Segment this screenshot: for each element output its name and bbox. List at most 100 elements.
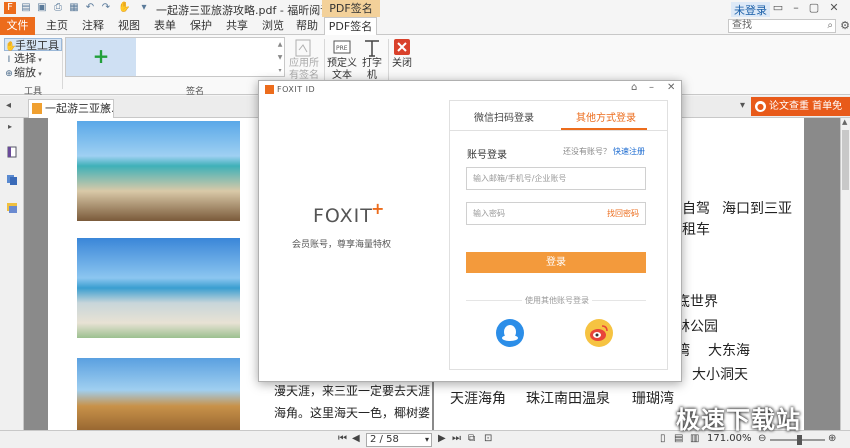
context-tab-label: PDF签名 [322, 0, 380, 17]
bookmark-icon[interactable] [6, 146, 18, 158]
apply-all-signatures-button[interactable]: 应用所有签名 [287, 38, 321, 82]
zoom-slider-handle[interactable] [797, 435, 802, 445]
close-window-icon[interactable]: ✕ [826, 1, 842, 15]
page-dropdown-icon[interactable]: ▾ [425, 434, 429, 446]
pdf-file-icon [32, 103, 42, 114]
tab-home[interactable]: 主页 [40, 17, 74, 35]
login-panel: 微信扫码登录 其他方式登录 账号登录 还没有账号？ 快速注册 输入邮箱/手机号/… [449, 100, 668, 370]
foxit-brand: FOXIT [313, 205, 373, 227]
attraction-text: 珠江南田温泉 [526, 391, 610, 407]
app-logo-icon: F [4, 2, 16, 14]
quick-register-link[interactable]: 快速注册 [613, 146, 645, 157]
tab-list-icon[interactable]: ▾ [740, 100, 745, 111]
login-button[interactable]: 登录 [466, 252, 646, 273]
tab-other-login[interactable]: 其他方式登录 [576, 109, 636, 124]
restore-icon[interactable]: ▢ [806, 1, 822, 15]
promo-banner[interactable]: ● 论文查重 首单免费 [751, 97, 850, 131]
single-page-view-icon[interactable]: ▯ [660, 433, 666, 444]
active-tab-indicator [561, 128, 647, 130]
minimize-icon[interactable]: – [788, 1, 804, 15]
customize-icon[interactable]: ▾ [138, 2, 150, 14]
route-text: 海口到三亚 [722, 201, 792, 217]
close-tab-icon[interactable]: ✕ [102, 100, 110, 117]
zoom-in-icon[interactable]: ⊕ [828, 433, 836, 444]
properties-icon[interactable]: ▦ [68, 2, 80, 14]
dialog-minimize-icon[interactable]: – [649, 82, 654, 93]
tab-file[interactable]: 文件 [0, 17, 35, 35]
copy-page-icon[interactable]: ⧉ [468, 433, 475, 444]
route-text: 租车 [682, 222, 710, 238]
search-icon[interactable]: ⌕ [827, 20, 833, 32]
next-page-icon[interactable]: ▶ [438, 433, 446, 444]
pages-thumbnail-icon[interactable] [6, 174, 18, 186]
redo-icon[interactable]: ↷ [100, 2, 112, 14]
document-tab[interactable]: 一起游三亚旅... ✕ [28, 99, 114, 118]
prev-page-icon[interactable]: ◀ [352, 433, 360, 444]
attraction-text: 大小洞天 [692, 367, 748, 383]
hand-tool-button[interactable]: ✋手型工具 [4, 38, 62, 52]
hand-tool-icon[interactable]: ✋ [118, 2, 130, 14]
add-signature-button[interactable]: + [66, 38, 136, 76]
login-status-link[interactable]: 未登录 [731, 2, 770, 18]
print-icon[interactable]: ⎙ [52, 2, 64, 14]
tab-share[interactable]: 共享 [220, 17, 254, 35]
tab-pdf-sign[interactable]: PDF签名 [324, 17, 377, 36]
search-placeholder: 查找 [732, 20, 752, 31]
body-text: 海角。这里海天一色，椰树婆 [274, 406, 431, 420]
scroll-thumb[interactable] [842, 130, 849, 190]
title-bar: F ▤ ▣ ⎙ ▦ ↶ ↷ ✋ ▾ 一起游三亚旅游攻略.pdf - 福昕阅读器 … [0, 0, 850, 18]
settings-icon[interactable]: ⚙ [840, 19, 850, 33]
collapse-panel-icon[interactable]: ▸ [8, 122, 12, 131]
search-input[interactable]: 查找 ⌕ [728, 19, 836, 33]
undo-icon[interactable]: ↶ [84, 2, 96, 14]
zoom-tool-button[interactable]: ⊕缩放 ▾ [4, 66, 42, 79]
ribbon-toggle-icon[interactable]: ▭ [770, 1, 786, 15]
dialog-close-icon[interactable]: ✕ [667, 82, 675, 93]
scroll-up-icon[interactable]: ▲ [842, 118, 847, 126]
save-icon[interactable]: ▣ [36, 2, 48, 14]
home-icon[interactable]: ⌂ [631, 82, 637, 93]
vertical-scrollbar[interactable]: ▲ [840, 118, 850, 430]
no-account-text: 还没有账号？ [563, 147, 611, 156]
close-sign-button[interactable]: 关闭 [390, 38, 414, 70]
login-dialog: FOXIT ID ⌂ – ✕ FOXIT + 会员账号，尊享海量特权 微信扫码登… [258, 80, 682, 382]
page-number-input[interactable]: 2 / 58 ▾ [366, 433, 432, 447]
beach-pier-photo [77, 121, 240, 221]
fit-page-icon[interactable]: ⊡ [484, 433, 492, 444]
tab-comment[interactable]: 注释 [76, 17, 110, 35]
brand-slogan: 会员账号，尊享海量特权 [292, 240, 392, 250]
foxit-logo-icon [265, 85, 274, 94]
weibo-login-button[interactable] [585, 319, 613, 347]
window-title: 一起游三亚旅游攻略.pdf - 福昕阅读器 [156, 4, 343, 17]
attraction-text: 林公园 [676, 319, 718, 335]
forgot-password-link[interactable]: 找回密码 [607, 203, 639, 224]
tab-wechat-login[interactable]: 微信扫码登录 [474, 109, 534, 124]
ribbon-divider [62, 39, 63, 89]
tab-protect[interactable]: 保护 [184, 17, 218, 35]
predefined-text-button[interactable]: PRE 预定义文本 [326, 38, 358, 82]
first-page-icon[interactable]: ⏮ [338, 433, 347, 444]
gallery-scroll[interactable]: ▲ ▼ ▾ [276, 38, 284, 76]
attraction-text: 底世界 [676, 294, 718, 310]
tab-form[interactable]: 表单 [148, 17, 182, 35]
tab-browse[interactable]: 浏览 [256, 17, 290, 35]
last-page-icon[interactable]: ⏭ [452, 433, 461, 444]
zoom-icon: ⊕ [5, 69, 13, 79]
qq-icon [502, 325, 518, 341]
tab-view[interactable]: 视图 [112, 17, 146, 35]
other-methods-label: 使用其他账号登录 [522, 295, 592, 306]
typewriter-button[interactable]: 打字机 [360, 38, 384, 82]
open-icon[interactable]: ▤ [20, 2, 32, 14]
attraction-text: 大东海 [708, 343, 750, 359]
username-input[interactable]: 输入邮箱/手机号/企业账号 [466, 167, 646, 190]
password-input[interactable]: 输入密码 找回密码 [466, 202, 646, 225]
comments-icon[interactable] [6, 202, 18, 214]
weibo-icon [590, 325, 608, 341]
predefined-text-icon: PRE [333, 40, 351, 54]
dialog-title: FOXIT ID [277, 85, 316, 94]
tab-help[interactable]: 帮助 [290, 17, 324, 35]
brand-plus-icon: + [371, 199, 385, 218]
qq-login-button[interactable] [496, 319, 524, 347]
tab-menu-icon[interactable]: ◂ [6, 100, 11, 111]
select-tool-button[interactable]: I 选择 ▾ [4, 52, 42, 65]
